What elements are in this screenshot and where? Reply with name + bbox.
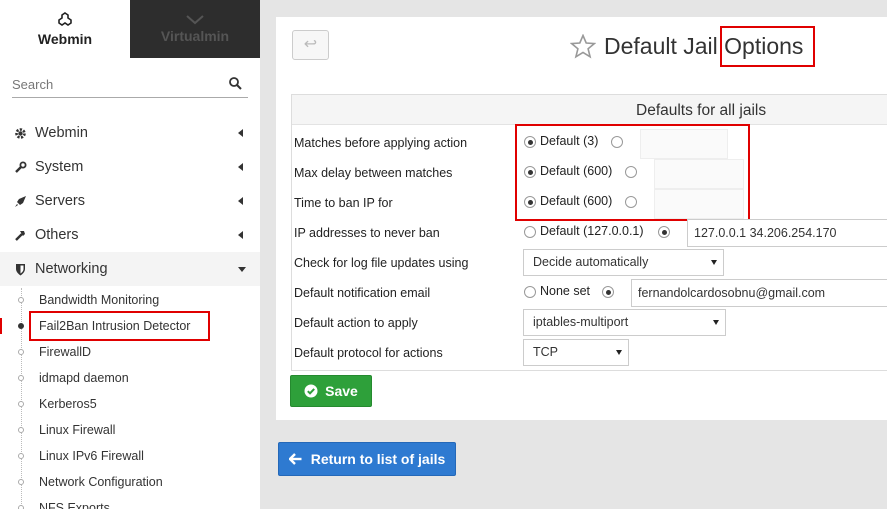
submenu-bullet <box>18 297 24 303</box>
webmin-logo-icon <box>58 11 72 26</box>
default-protocol-select-value: TCP <box>533 345 558 359</box>
active-item-marker <box>0 318 2 334</box>
rocket-icon <box>13 195 27 208</box>
radio-ignore-ip-custom[interactable] <box>658 226 670 238</box>
caret-left-icon <box>238 129 243 137</box>
menu-item-system[interactable]: System <box>0 150 260 184</box>
submenu-item-bandwidth-monitoring[interactable]: Bandwidth Monitoring <box>39 290 159 310</box>
return-arrow-icon: ↩ <box>303 36 318 53</box>
submenu-bullet <box>18 479 24 485</box>
dropdown-arrow-icon <box>616 350 622 355</box>
save-button[interactable]: Save <box>290 375 372 407</box>
label-ignore-ip: IP addresses to never ban <box>294 226 440 240</box>
sidebar: Webmin Virtualmin Webmin System Servers … <box>0 0 260 509</box>
chevron-down-icon <box>186 14 204 24</box>
default-protocol-select[interactable]: TCP <box>523 339 629 366</box>
label-ban-time: Time to ban IP for <box>294 196 393 210</box>
dropdown-arrow-icon <box>711 260 717 265</box>
notification-email-input[interactable]: fernandolcardosobnu@gmail.com <box>631 279 887 307</box>
menu-item-webmin[interactable]: Webmin <box>0 116 260 150</box>
submenu-item-linux-firewall[interactable]: Linux Firewall <box>39 420 115 440</box>
backend-select[interactable]: Decide automatically <box>523 249 724 276</box>
return-button-label: Return to list of jails <box>310 451 446 467</box>
star-icon[interactable] <box>570 33 596 59</box>
caret-left-icon <box>238 163 243 171</box>
label-backend: Check for log file updates using <box>294 256 469 270</box>
radio-email-none[interactable] <box>524 286 536 298</box>
menu-item-label: Others <box>35 227 79 243</box>
search-input[interactable] <box>12 72 222 96</box>
check-circle-icon <box>304 384 318 398</box>
caret-left-icon <box>238 231 243 239</box>
submenu-item-kerberos5[interactable]: Kerberos5 <box>39 394 97 414</box>
submenu-item-nfs-exports[interactable]: NFS Exports <box>39 498 110 509</box>
webmin-switch-label: Webmin <box>37 30 93 47</box>
gear-icon <box>13 127 27 140</box>
highlight-box-defaults <box>515 124 750 221</box>
shield-icon <box>13 263 27 276</box>
submenu-bullet <box>18 453 24 459</box>
form-section-header: Defaults for all jails <box>292 95 887 125</box>
label-default-action: Default action to apply <box>294 316 418 330</box>
radio-ignore-ip-default[interactable] <box>524 226 536 238</box>
menu-item-networking[interactable]: Networking <box>0 252 260 286</box>
submenu-bullet <box>18 427 24 433</box>
radio-ignore-ip-default-label: Default (127.0.0.1) <box>540 224 644 238</box>
menu-item-servers[interactable]: Servers <box>0 184 260 218</box>
save-button-label: Save <box>325 383 358 399</box>
virtualmin-switch[interactable]: Virtualmin <box>130 0 260 58</box>
page-title-text: Default Jail <box>604 32 725 59</box>
label-notification-email: Default notification email <box>294 286 431 300</box>
submenu-bullet-active <box>18 323 24 329</box>
submenu-tree-line <box>21 288 22 509</box>
search-icon[interactable] <box>229 77 242 90</box>
menu-item-label: Networking <box>35 261 108 277</box>
menu-item-label: System <box>35 159 84 175</box>
submenu-bullet <box>18 505 24 509</box>
menu-item-label: Webmin <box>35 125 88 141</box>
submenu-item-network-configuration[interactable]: Network Configuration <box>39 472 163 492</box>
arrow-left-icon <box>288 453 302 465</box>
menu-item-label: Servers <box>35 193 85 209</box>
label-max-delay: Max delay between matches <box>294 166 453 180</box>
webmin-switch[interactable]: Webmin <box>0 0 130 58</box>
backend-select-value: Decide automatically <box>533 255 649 269</box>
highlight-box-title <box>720 26 815 67</box>
menu-item-others[interactable]: Others <box>0 218 260 252</box>
label-matches-before-action: Matches before applying action <box>294 136 468 150</box>
caret-left-icon <box>238 197 243 205</box>
label-default-protocol: Default protocol for actions <box>294 346 443 360</box>
submenu-bullet <box>18 401 24 407</box>
default-action-select[interactable]: iptables-multiport <box>523 309 726 336</box>
tools-icon <box>13 229 27 242</box>
submenu-item-firewalld[interactable]: FirewallD <box>39 342 91 362</box>
form-section-title: Defaults for all jails <box>636 102 767 119</box>
highlight-box-fail2ban <box>29 311 210 341</box>
submenu-bullet <box>18 349 24 355</box>
return-to-jails-button[interactable]: Return to list of jails <box>278 442 456 476</box>
caret-down-icon <box>238 267 246 272</box>
radio-email-custom[interactable] <box>602 286 614 298</box>
submenu-item-linux-ipv6-firewall[interactable]: Linux IPv6 Firewall <box>39 446 144 466</box>
ignore-ip-input[interactable]: 127.0.0.1 34.206.254.170 <box>687 219 887 247</box>
back-button[interactable]: ↩ <box>292 30 329 60</box>
wrench-icon <box>13 161 27 174</box>
default-action-select-value: iptables-multiport <box>533 315 629 329</box>
radio-email-none-label: None set <box>540 284 591 298</box>
virtualmin-switch-label: Virtualmin <box>160 27 230 44</box>
submenu-item-idmapd[interactable]: idmapd daemon <box>39 368 129 388</box>
dropdown-arrow-icon <box>713 320 719 325</box>
submenu-bullet <box>18 375 24 381</box>
product-switch: Webmin Virtualmin <box>0 0 260 58</box>
search-box <box>12 72 248 98</box>
